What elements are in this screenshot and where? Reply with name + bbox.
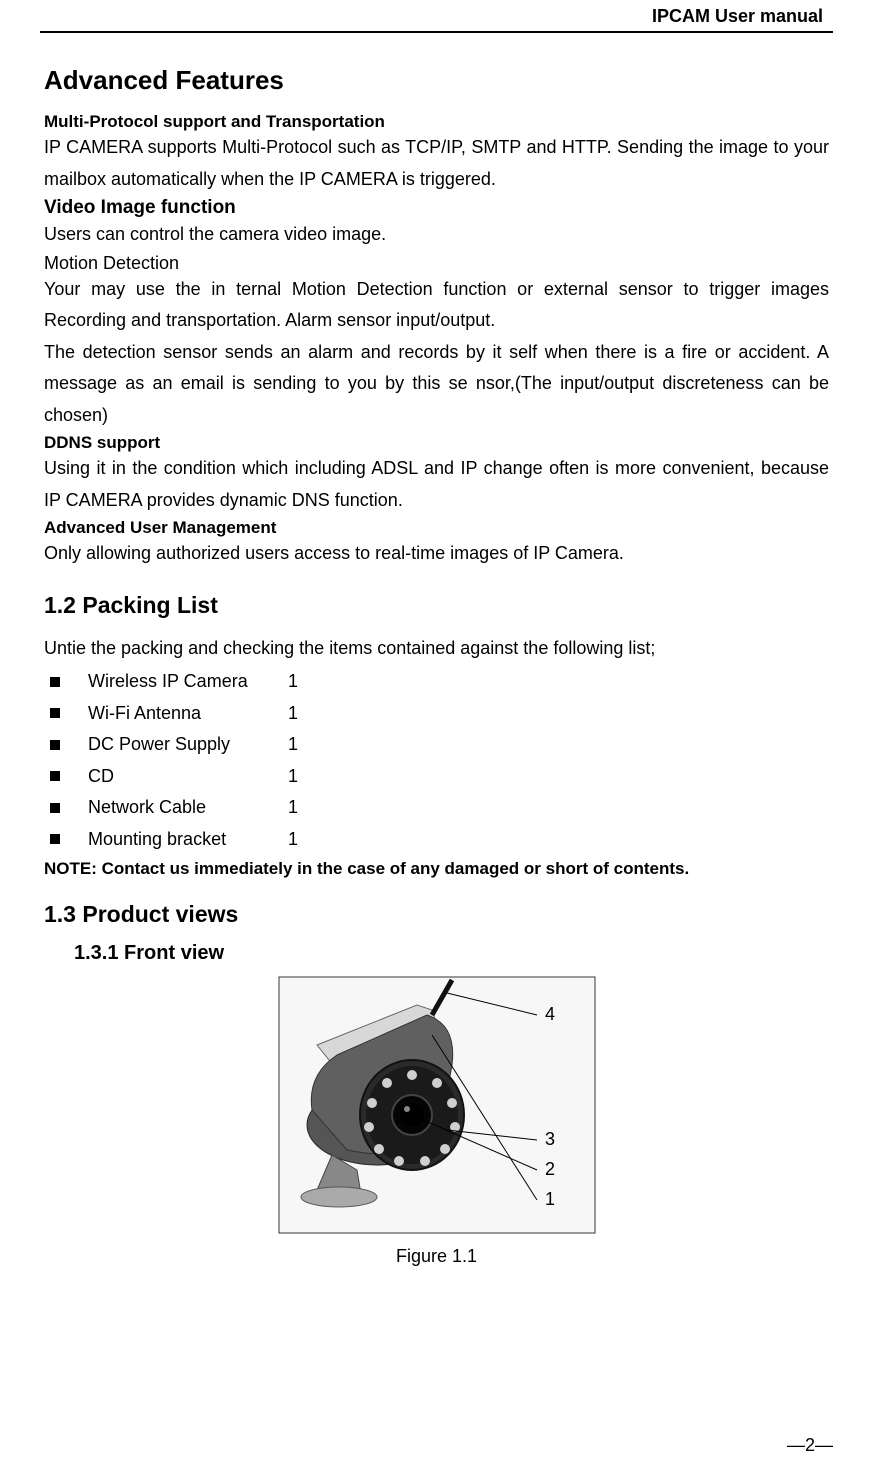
square-bullet-icon — [50, 677, 60, 687]
square-bullet-icon — [50, 708, 60, 718]
heading-advanced-features: Advanced Features — [44, 65, 829, 96]
body-video-image: Users can control the camera video image… — [44, 219, 829, 251]
packing-note: NOTE: Contact us immediately in the case… — [44, 859, 829, 879]
packing-intro: Untie the packing and checking the items… — [44, 633, 829, 665]
packing-list: Wireless IP Camera 1 Wi-Fi Antenna 1 DC … — [44, 666, 829, 855]
subhead-motion-detection: Motion Detection — [44, 253, 829, 274]
pack-item-qty: 1 — [288, 698, 298, 730]
figure-1-1: 4 3 2 1 Figure 1.1 — [44, 975, 829, 1267]
list-item: Network Cable 1 — [44, 792, 829, 824]
subhead-video-image: Video Image function — [44, 197, 829, 219]
pack-item-label: CD — [88, 761, 288, 793]
pack-item-qty: 1 — [288, 792, 298, 824]
body-ddns: Using it in the condition which includin… — [44, 453, 829, 516]
pack-item-label: Wi-Fi Antenna — [88, 698, 288, 730]
pack-item-qty: 1 — [288, 666, 298, 698]
pack-item-label: DC Power Supply — [88, 729, 288, 761]
square-bullet-icon — [50, 771, 60, 781]
body-motion-2: The detection sensor sends an alarm and … — [44, 337, 829, 432]
pack-item-qty: 1 — [288, 729, 298, 761]
pack-item-label: Wireless IP Camera — [88, 666, 288, 698]
callout-3-label: 3 — [545, 1129, 555, 1149]
pack-item-label: Network Cable — [88, 792, 288, 824]
heading-front-view: 1.3.1 Front view — [74, 942, 829, 965]
page-content: Advanced Features Multi-Protocol support… — [40, 65, 833, 1267]
note-prefix: NOTE: — [44, 859, 102, 878]
heading-packing-list: 1.2 Packing List — [44, 592, 829, 619]
subhead-user-mgmt: Advanced User Management — [44, 518, 829, 538]
pack-item-qty: 1 — [288, 824, 298, 856]
list-item: CD 1 — [44, 761, 829, 793]
list-item: Wi-Fi Antenna 1 — [44, 698, 829, 730]
callout-1-label: 1 — [545, 1189, 555, 1209]
subhead-ddns: DDNS support — [44, 433, 829, 453]
list-item: Wireless IP Camera 1 — [44, 666, 829, 698]
list-item: DC Power Supply 1 — [44, 729, 829, 761]
camera-front-view-illustration: 4 3 2 1 — [277, 975, 597, 1235]
subhead-multi-protocol: Multi-Protocol support and Transportatio… — [44, 112, 829, 132]
square-bullet-icon — [50, 803, 60, 813]
pack-item-qty: 1 — [288, 761, 298, 793]
body-multi-protocol: IP CAMERA supports Multi-Protocol such a… — [44, 132, 829, 195]
callout-4-label: 4 — [545, 1004, 555, 1024]
body-motion-1: Your may use the in ternal Motion Detect… — [44, 274, 829, 337]
note-text: Contact us immediately in the case of an… — [102, 859, 690, 878]
header-rule — [40, 31, 833, 33]
square-bullet-icon — [50, 740, 60, 750]
square-bullet-icon — [50, 834, 60, 844]
list-item: Mounting bracket 1 — [44, 824, 829, 856]
pack-item-label: Mounting bracket — [88, 824, 288, 856]
heading-product-views: 1.3 Product views — [44, 901, 829, 928]
callout-2-label: 2 — [545, 1159, 555, 1179]
figure-caption: Figure 1.1 — [44, 1246, 829, 1267]
doc-header-title: IPCAM User manual — [40, 0, 833, 31]
body-user-mgmt: Only allowing authorized users access to… — [44, 538, 829, 570]
page-number: —2— — [787, 1435, 833, 1456]
